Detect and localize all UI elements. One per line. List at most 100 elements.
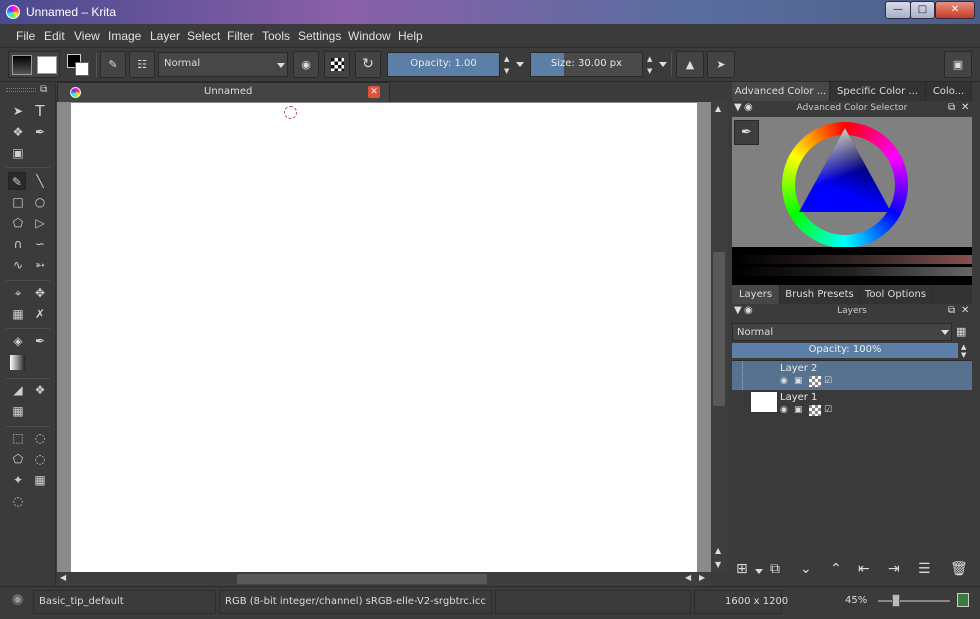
scroll-right-arrow-icon[interactable]: ▶ [699,573,705,582]
shade-strip-1[interactable] [732,255,972,264]
rectangle-tool-icon[interactable]: □ [9,193,27,211]
menu-image[interactable]: Image [108,29,141,43]
fg-bg-color-button[interactable] [64,51,92,78]
lock-icon[interactable]: ▣ [794,376,803,386]
opacity-slider[interactable]: Opacity: 1.00 [387,52,500,77]
add-layer-chevron-icon[interactable] [755,569,763,574]
menu-view[interactable]: View [74,29,100,43]
elliptical-selection-tool-icon[interactable]: ◌ [31,429,49,447]
tab-advanced-color-selector[interactable]: Advanced Color ... [732,82,830,102]
polyline-tool-icon[interactable]: ▷ [31,214,49,232]
size-slider[interactable]: Size: 30.00 px [530,52,643,77]
move-layer-down-icon[interactable]: ⌄ [800,561,812,577]
edit-shapes-tool-icon[interactable]: ❖ [9,123,27,141]
scroll-up-arrow-icon[interactable]: ▲ [715,546,721,555]
brush-settings-button[interactable]: ☷ [129,51,155,78]
maximize-button[interactable]: □ [910,1,935,19]
blend-mode-select[interactable]: Normal [158,52,288,77]
magic-wand-tool-icon[interactable]: ✦ [9,471,27,489]
reload-preset-button[interactable]: ↻ [355,51,381,78]
freehand-selection-tool-icon[interactable]: ◌ [31,450,49,468]
opacity-down-arrow-icon[interactable]: ▼ [504,67,509,75]
float-docker-icon[interactable]: ⧉ [948,305,955,316]
tab-color-extra[interactable]: Colo... [926,82,972,102]
gradient-tool-icon[interactable] [10,355,25,370]
bezier-selection-tool-icon[interactable]: ◌ [9,492,27,510]
bezier-curve-tool-icon[interactable]: ∩ [9,235,27,253]
scroll-left-arrow-icon[interactable]: ◀ [685,573,691,582]
scroll-up-arrow-icon[interactable]: ▲ [715,104,721,113]
menu-filter[interactable]: Filter [227,29,254,43]
eraser-mode-button[interactable]: ◉ [293,51,319,78]
transform-tool-icon[interactable]: ▦ [9,305,27,323]
dynamic-brush-tool-icon[interactable]: ∿ [9,256,27,274]
layer-opacity-slider[interactable]: Opacity: 100% [732,343,958,358]
layer-opacity-up-arrow-icon[interactable]: ▲ [961,343,966,351]
minimal-shade-selector[interactable] [732,247,972,285]
similar-selection-tool-icon[interactable]: ▦ [31,471,49,489]
workspace-chooser-button[interactable]: ▣ [944,51,972,78]
duplicate-layer-icon[interactable]: ⧉ [770,561,780,577]
zoom-slider-track[interactable] [878,600,950,602]
multibrush-tool-icon[interactable]: ➳ [31,256,49,274]
menu-select[interactable]: Select [187,29,220,43]
brush-preset-button[interactable]: ✎ [100,51,126,78]
canvas-viewport[interactable] [57,102,711,572]
move-out-of-group-icon[interactable]: ⇥ [888,561,900,577]
layer-row[interactable]: Layer 2 ◉ ▣ ☑ [732,361,972,390]
color-picker-button[interactable]: ✒ [734,120,759,145]
visibility-eye-icon[interactable]: ◉ [780,405,788,415]
size-up-arrow-icon[interactable]: ▲ [647,55,652,63]
scroll-left-arrow-icon[interactable]: ◀ [60,573,66,582]
ellipse-tool-icon[interactable]: ○ [31,193,49,211]
rectangular-selection-tool-icon[interactable]: ⬚ [9,429,27,447]
tab-brush-presets[interactable]: Brush Presets [780,285,860,305]
gradient-swatch-button[interactable] [8,51,60,78]
tab-layers[interactable]: Layers [732,285,780,305]
reference-tool-icon[interactable]: ❖ [31,381,49,399]
line-tool-icon[interactable]: ╲ [31,172,49,190]
visibility-eye-icon[interactable]: ◉ [780,376,788,386]
polygonal-selection-tool-icon[interactable]: ⬠ [9,450,27,468]
zoom-slider-handle[interactable] [892,594,900,607]
shade-strip-2[interactable] [732,267,972,276]
measure-tool-icon[interactable]: ◢ [9,381,27,399]
move-tool-icon[interactable]: ✥ [31,284,49,302]
canvas[interactable] [71,103,697,572]
scroll-down-arrow-icon[interactable]: ▼ [715,560,721,569]
mirror-horizontal-button[interactable]: ▲ [676,51,704,78]
preserve-alpha-button[interactable] [324,51,350,78]
size-chevron-down-icon[interactable] [659,62,667,67]
vertical-scrollbar[interactable]: ▲ ▲ ▼ [711,102,727,572]
menu-tools[interactable]: Tools [262,29,290,43]
menu-file[interactable]: File [16,29,35,43]
move-into-group-icon[interactable]: ⇤ [858,561,870,577]
lock-icon[interactable]: ▣ [794,405,803,415]
document-tab[interactable]: Unnamed ✕ [57,82,390,102]
fill-tool-icon[interactable]: ◈ [9,332,27,350]
opacity-chevron-down-icon[interactable] [516,62,524,67]
close-document-icon[interactable]: ✕ [368,86,380,98]
menu-settings[interactable]: Settings [298,29,341,43]
alpha-lock-icon[interactable] [809,376,821,387]
move-layer-up-icon[interactable]: ⌃ [830,561,842,577]
horizontal-scroll-thumb[interactable] [237,574,487,584]
minimize-button[interactable]: — [885,1,911,19]
float-docker-icon[interactable]: ⧉ [40,84,47,95]
menu-layer[interactable]: Layer [150,29,180,43]
delete-layer-icon[interactable]: 🗑 [950,561,968,577]
layer-blend-mode-select[interactable]: Normal [732,323,952,341]
smart-patch-tool-icon[interactable]: ▦ [9,402,27,420]
float-docker-icon[interactable]: ⧉ [948,102,955,113]
reference-images-tool-icon[interactable]: ▣ [9,144,27,162]
layer-filter-icon[interactable]: ▦ [956,325,966,338]
close-window-button[interactable]: ✕ [935,1,975,19]
freehand-path-tool-icon[interactable]: ∽ [31,235,49,253]
mirror-vertical-button[interactable]: ➤ [707,51,735,78]
crop-tool-icon[interactable]: ⌖ [9,284,27,302]
add-layer-icon[interactable]: ⊞ [736,561,748,577]
select-shapes-tool-icon[interactable]: ➤ [9,102,27,120]
toolbox-grip[interactable] [6,88,36,92]
close-docker-icon[interactable]: ✕ [961,305,969,316]
freehand-brush-tool-icon[interactable]: ✎ [8,172,26,190]
